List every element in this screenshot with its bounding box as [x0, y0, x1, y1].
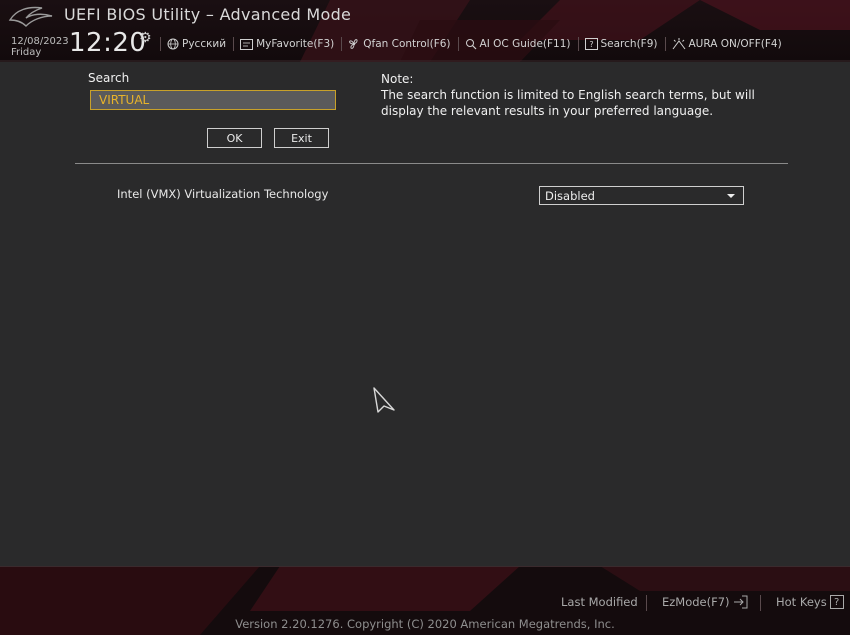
- language-label: Русский: [182, 38, 227, 50]
- fan-icon: [349, 39, 358, 49]
- clock-settings-gear-icon[interactable]: ⚙: [139, 30, 152, 46]
- setting-label-vmx: Intel (VMX) Virtualization Technology: [117, 187, 329, 201]
- exit-button[interactable]: Exit: [274, 128, 329, 148]
- ezmode-label: EzMode(F7): [662, 595, 730, 609]
- svg-text:?: ?: [589, 40, 593, 49]
- ezmode-exit-icon: [733, 595, 748, 609]
- version-text: Version 2.20.1276. Copyright (C) 2020 Am…: [235, 617, 615, 631]
- header-bar: UEFI BIOS Utility – Advanced Mode 12/08/…: [0, 0, 850, 62]
- search-toolbar-label: Search(F9): [600, 38, 658, 50]
- last-modified-button[interactable]: Last Modified: [561, 595, 638, 609]
- language-button[interactable]: Русский: [160, 37, 233, 51]
- date-text: 12/08/2023: [11, 36, 69, 47]
- ezmode-button[interactable]: EzMode(F7): [662, 595, 748, 609]
- dropdown-value: Disabled: [545, 188, 595, 203]
- qfan-control-button[interactable]: Qfan Control(F6): [341, 37, 457, 51]
- globe-icon: [167, 38, 179, 50]
- search-input[interactable]: [90, 90, 336, 110]
- footer-separator: [646, 595, 647, 611]
- top-toolbar: Русский MyFavorite(F3) Qfan Control(F6): [160, 36, 789, 52]
- footer-separator: [760, 595, 761, 611]
- mouse-cursor-icon: [373, 387, 395, 413]
- hotkeys-button[interactable]: Hot Keys ?: [776, 595, 844, 609]
- aura-toggle-label: AURA ON/OFF(F4): [688, 38, 782, 50]
- last-modified-label: Last Modified: [561, 595, 638, 609]
- date-block: 12/08/2023 Friday: [11, 36, 69, 58]
- day-text: Friday: [11, 47, 42, 58]
- hotkeys-label: Hot Keys: [776, 595, 827, 609]
- app-title: UEFI BIOS Utility – Advanced Mode: [64, 5, 352, 24]
- help-icon: ?: [829, 595, 844, 609]
- setting-dropdown-vmx[interactable]: Disabled: [539, 186, 744, 205]
- footer-links: Last Modified EzMode(F7) Hot Keys ?: [0, 595, 850, 611]
- search-heading: Search: [88, 71, 130, 85]
- ai-oc-guide-button[interactable]: AI OC Guide(F11): [457, 37, 578, 51]
- favorite-icon: [240, 38, 254, 50]
- ai-guide-icon: [465, 39, 476, 50]
- search-icon: ?: [584, 38, 598, 50]
- myfavorite-button[interactable]: MyFavorite(F3): [233, 37, 341, 51]
- ai-oc-guide-label: AI OC Guide(F11): [479, 38, 571, 50]
- myfavorite-label: MyFavorite(F3): [256, 38, 335, 50]
- aura-toggle-button[interactable]: AURA ON/OFF(F4): [664, 37, 789, 51]
- clock: 12:20: [69, 28, 147, 58]
- qfan-control-label: Qfan Control(F6): [363, 38, 451, 50]
- ok-button[interactable]: OK: [207, 128, 262, 148]
- chevron-down-icon: [727, 194, 735, 198]
- search-toolbar-button[interactable]: ? Search(F9): [577, 37, 665, 51]
- divider: [75, 163, 788, 164]
- aura-icon: [672, 38, 685, 50]
- footer-bar: Last Modified EzMode(F7) Hot Keys ? Vers…: [0, 566, 850, 635]
- note-title: Note:: [381, 72, 414, 86]
- rog-logo-icon: [8, 6, 53, 27]
- note-text: The search function is limited to Englis…: [381, 88, 755, 118]
- search-note: Note: The search function is limited to …: [381, 71, 781, 119]
